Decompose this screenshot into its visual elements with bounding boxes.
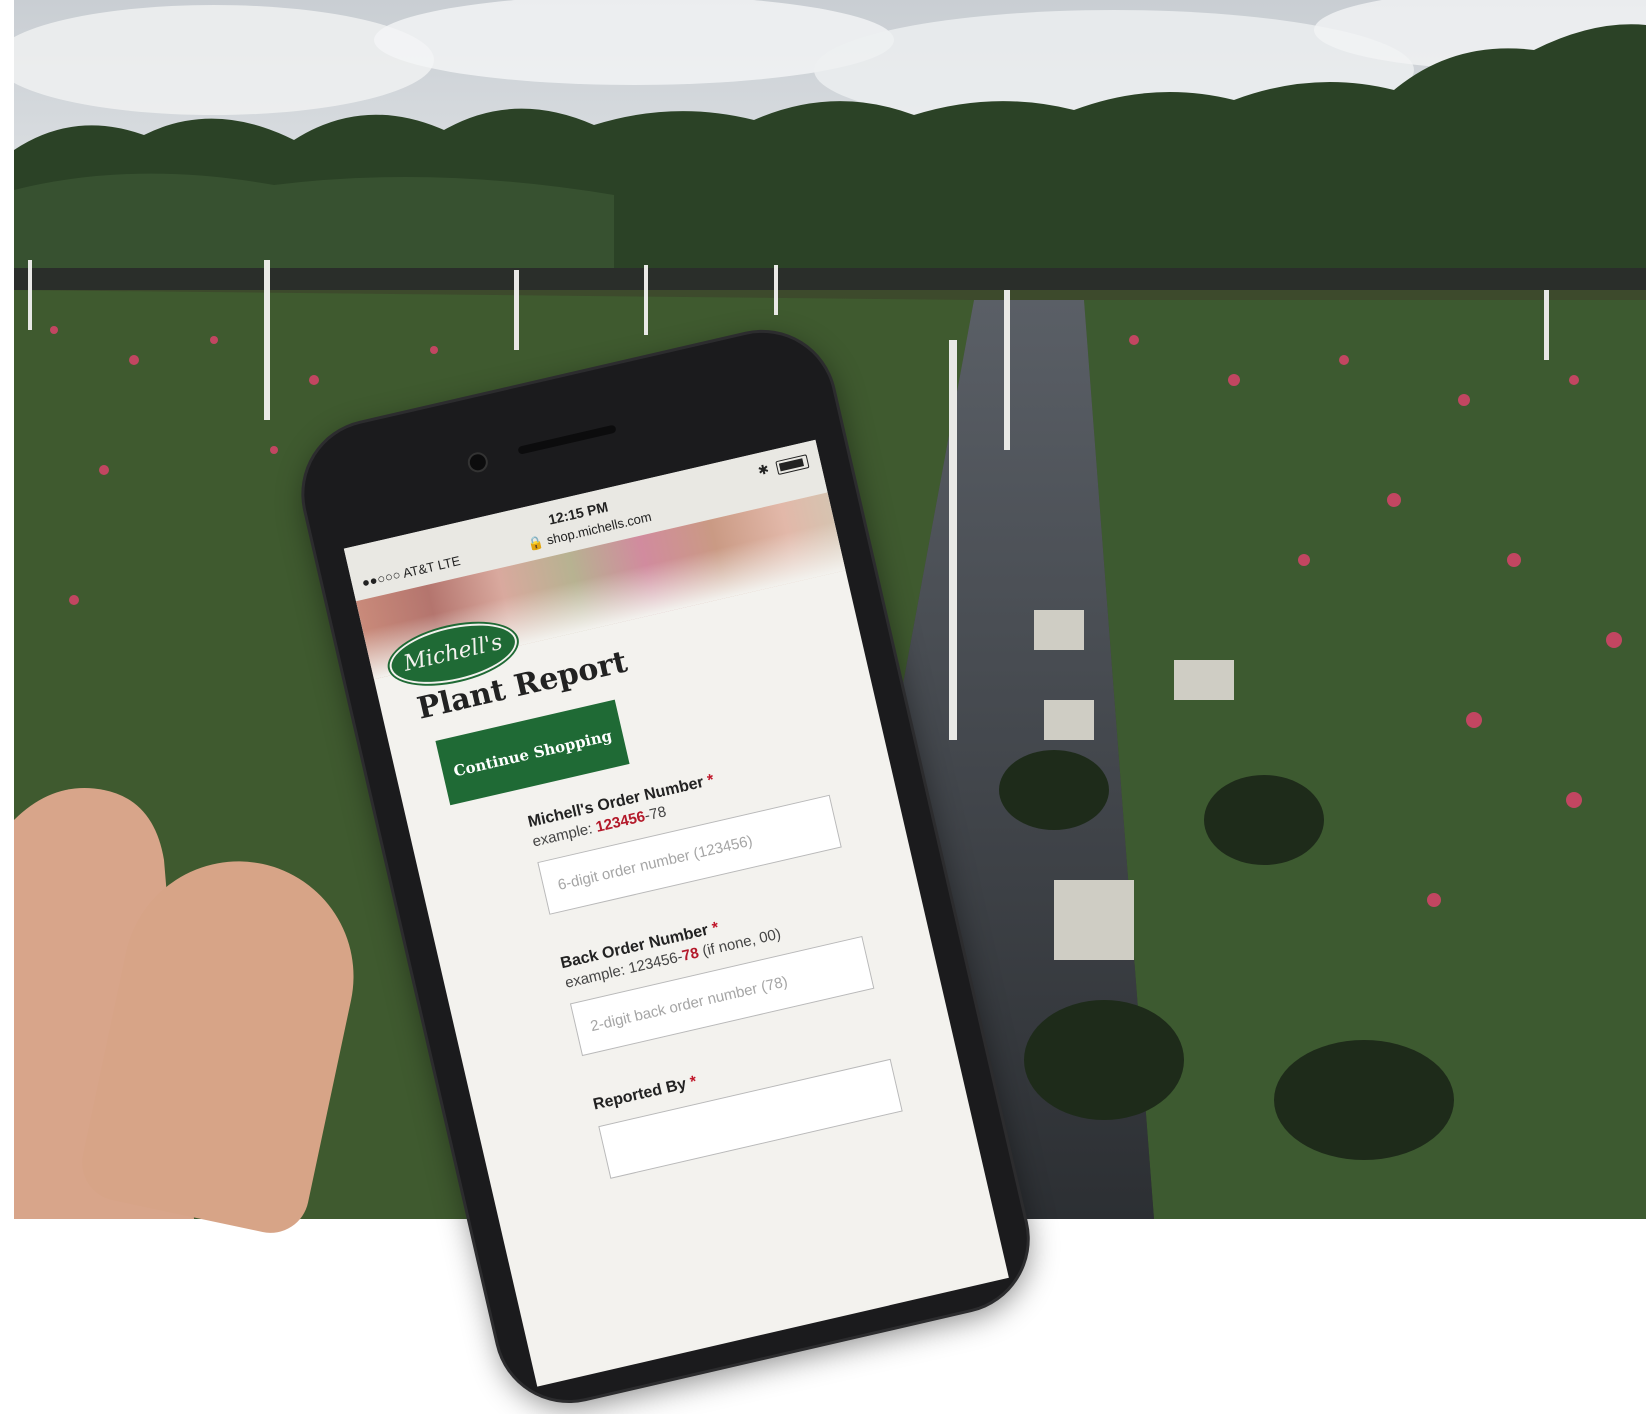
required-marker: * xyxy=(688,1073,699,1092)
bluetooth-icon: ✱ xyxy=(756,461,771,479)
back-order-number-field: Back Order Number * example: 123456-78 (… xyxy=(559,879,913,1057)
battery-icon xyxy=(775,454,810,476)
reported-by-field: Reported By * xyxy=(592,1021,942,1179)
required-marker: * xyxy=(710,919,721,938)
plant-report-form: Michell's Order Number * example: 123456… xyxy=(526,738,951,1220)
front-camera-icon xyxy=(465,450,490,475)
required-marker: * xyxy=(705,771,716,790)
speaker-grille xyxy=(517,424,617,455)
